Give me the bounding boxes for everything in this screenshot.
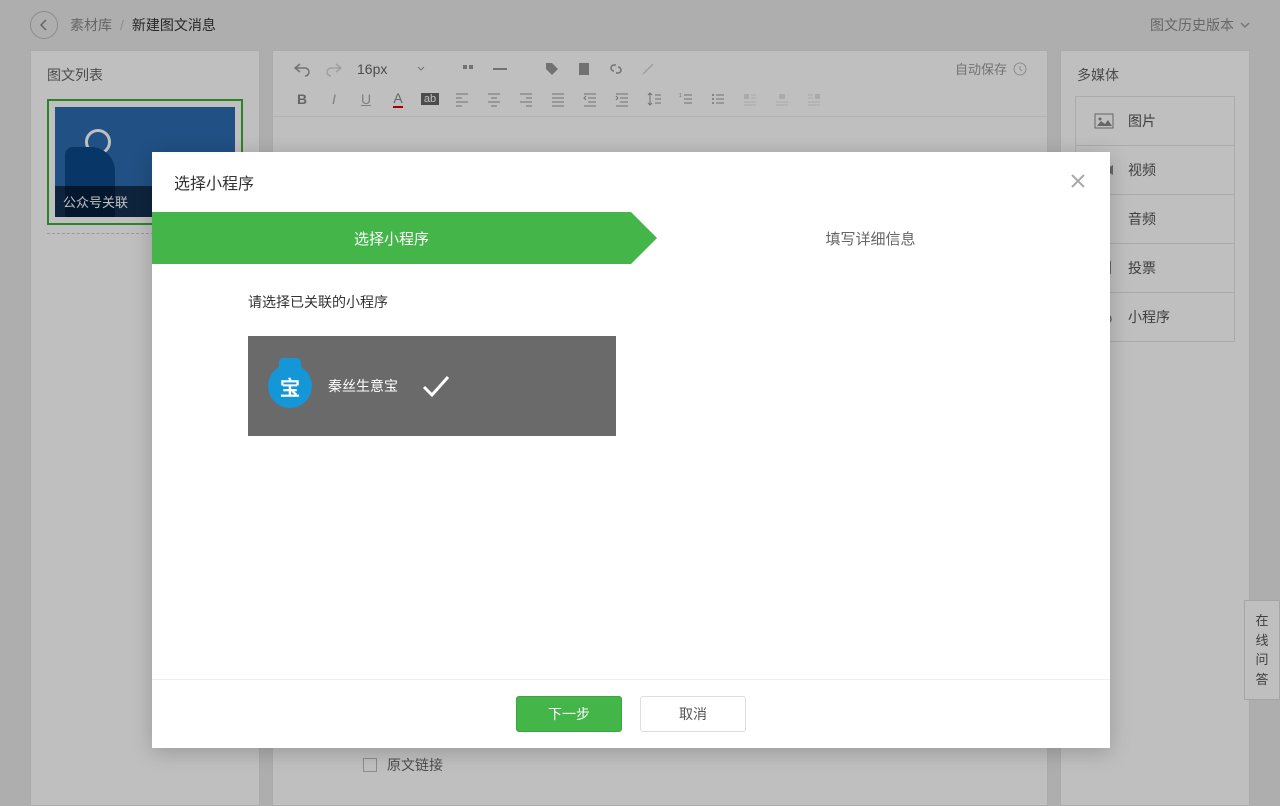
miniprogram-logo: 宝 <box>268 364 312 408</box>
step-select[interactable]: 选择小程序 <box>152 212 631 264</box>
next-button[interactable]: 下一步 <box>516 696 622 732</box>
modal-instruction: 请选择已关联的小程序 <box>248 292 1014 312</box>
cancel-button[interactable]: 取消 <box>640 696 746 732</box>
check-icon <box>418 367 454 406</box>
modal-steps: 选择小程序 填写详细信息 <box>152 212 1110 264</box>
modal-title: 选择小程序 <box>174 170 254 194</box>
miniprogram-option[interactable]: 宝 秦丝生意宝 <box>248 336 616 436</box>
miniprogram-name: 秦丝生意宝 <box>328 376 398 396</box>
modal-close-button[interactable] <box>1068 171 1088 194</box>
step-details[interactable]: 填写详细信息 <box>631 212 1110 264</box>
select-miniprogram-modal: 选择小程序 选择小程序 填写详细信息 请选择已关联的小程序 宝 秦丝生意宝 下一… <box>152 152 1110 748</box>
close-icon <box>1068 171 1088 191</box>
